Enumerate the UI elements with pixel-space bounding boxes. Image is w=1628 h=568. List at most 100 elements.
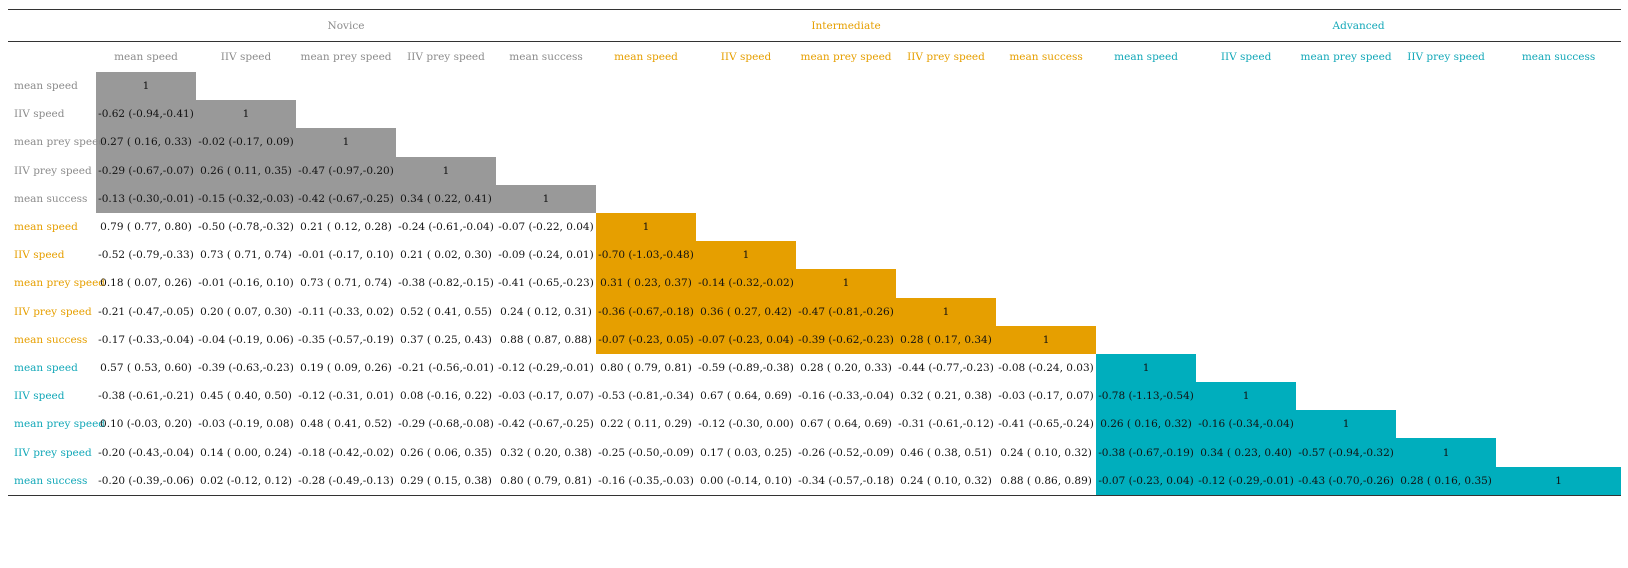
corner-cell: [8, 42, 96, 73]
empty-cell: [1096, 298, 1196, 326]
empty-cell: [1296, 354, 1396, 382]
empty-cell: [1196, 185, 1296, 213]
correlation-cell: 0.28 ( 0.20, 0.33): [800, 361, 892, 374]
empty-cell: [1396, 213, 1496, 241]
empty-cell: [796, 185, 896, 213]
correlation-table-container: Novice Intermediate Advanced mean speed I…: [8, 9, 1622, 496]
empty-cell: [396, 72, 496, 100]
row-label-advanced: mean prey speed: [14, 418, 106, 431]
correlation-cell: -0.21 (-0.47,-0.05): [98, 305, 194, 318]
table-row: IIV prey speed -0.20 (-0.43,-0.04) 0.14 ( …: [8, 438, 1621, 467]
empty-cell: [596, 72, 696, 100]
correlation-cell: -0.42 (-0.67,-0.25): [296, 184, 396, 213]
empty-cell: [296, 100, 396, 128]
correlation-cell: 0.26 ( 0.06, 0.35): [400, 446, 492, 459]
empty-cell: [1396, 128, 1496, 156]
correlation-cell: 0.19 ( 0.09, 0.26): [300, 361, 392, 374]
correlation-cell: 0.27 ( 0.16, 0.33): [96, 128, 196, 157]
correlation-cell: -0.03 (-0.17, 0.07): [498, 390, 594, 403]
empty-cell: [1496, 157, 1621, 185]
empty-cell: [1396, 354, 1496, 382]
column-header-novice: mean speed: [114, 51, 178, 63]
empty-cell: [1396, 185, 1496, 213]
correlation-cell: -0.02 (-0.17, 0.09): [196, 128, 296, 157]
correlation-cell: 0.22 ( 0.11, 0.29): [600, 418, 692, 431]
correlation-cell: 0.73 ( 0.71, 0.74): [200, 249, 292, 262]
empty-cell: [1196, 269, 1296, 297]
correlation-cell: -0.43 (-0.70,-0.26): [1296, 466, 1397, 496]
empty-cell: [1496, 72, 1621, 100]
column-header-novice: IIV speed: [220, 51, 272, 63]
correlation-cell: -0.01 (-0.17, 0.10): [298, 249, 394, 262]
correlation-cell: -0.25 (-0.50,-0.09): [598, 446, 694, 459]
empty-cell: [896, 128, 996, 156]
correlation-cell: 0.31 ( 0.23, 0.37): [596, 269, 696, 298]
row-label-advanced: mean speed: [14, 361, 78, 374]
column-header-intermediate: IIV speed: [720, 51, 772, 63]
correlation-cell: -0.29 (-0.67,-0.07): [96, 156, 196, 185]
correlation-cell: 1: [1096, 353, 1197, 383]
empty-cell: [796, 100, 896, 128]
row-label-advanced: mean success: [8, 466, 96, 496]
correlation-cell: 0.00 (-0.14, 0.10): [696, 466, 796, 496]
table-row: IIV prey speed -0.29 (-0.67,-0.07) 0.26 ( …: [8, 156, 1621, 185]
empty-cell: [196, 72, 296, 100]
table-row: IIV speed -0.52 (-0.79,-0.33) 0.73 ( 0.71,…: [8, 241, 1621, 270]
correlation-cell: 1: [996, 325, 1097, 354]
correlation-cell: -0.36 (-0.67,-0.18): [596, 297, 696, 326]
correlation-cell: -0.12 (-0.29,-0.01): [1196, 466, 1297, 496]
empty-cell: [996, 157, 1096, 185]
empty-cell: [1096, 241, 1196, 269]
empty-cell: [1296, 382, 1396, 410]
empty-cell: [296, 72, 396, 100]
empty-cell: [496, 72, 596, 100]
correlation-table: Novice Intermediate Advanced mean speed I…: [8, 9, 1622, 496]
correlation-cell: 0.32 ( 0.21, 0.38): [900, 390, 992, 403]
column-header-advanced: mean success: [1521, 51, 1596, 63]
empty-cell: [1096, 269, 1196, 297]
correlation-cell: -0.18 (-0.42,-0.02): [298, 446, 394, 459]
empty-cell: [396, 128, 496, 156]
correlation-cell: -0.47 (-0.81,-0.26): [796, 297, 896, 326]
correlation-cell: -0.16 (-0.33,-0.04): [798, 390, 894, 403]
column-header-intermediate: mean speed: [614, 51, 678, 63]
correlation-cell: -0.15 (-0.32,-0.03): [196, 184, 296, 213]
empty-cell: [696, 128, 796, 156]
correlation-cell: 0.80 ( 0.79, 0.81): [600, 361, 692, 374]
empty-cell: [1496, 241, 1621, 269]
empty-cell: [1496, 100, 1621, 128]
correlation-cell: 1: [1196, 382, 1297, 411]
correlation-cell: -0.07 (-0.23, 0.04): [1096, 466, 1197, 496]
correlation-cell: -0.47 (-0.97,-0.20): [296, 156, 396, 185]
correlation-cell: 0.18 ( 0.07, 0.26): [100, 277, 192, 290]
empty-cell: [1296, 100, 1396, 128]
correlation-cell: -0.35 (-0.57,-0.19): [298, 333, 394, 346]
correlation-cell: 0.52 ( 0.41, 0.55): [400, 305, 492, 318]
correlation-cell: 0.14 ( 0.00, 0.24): [200, 446, 292, 459]
row-label-advanced: IIV speed: [14, 390, 65, 403]
correlation-cell: -0.53 (-0.81,-0.34): [598, 390, 694, 403]
correlation-cell: -0.28 (-0.49,-0.13): [296, 466, 396, 496]
empty-cell: [1496, 213, 1621, 241]
empty-cell: [1196, 326, 1296, 354]
row-label-intermediate: mean speed: [14, 221, 78, 234]
empty-cell: [1396, 100, 1496, 128]
row-label-intermediate: IIV prey speed: [14, 305, 92, 318]
correlation-cell: 0.48 ( 0.41, 0.52): [300, 418, 392, 431]
empty-cell: [1496, 382, 1621, 410]
row-label-novice: mean success: [14, 192, 88, 205]
table-row: mean prey speed 0.27 ( 0.16, 0.33) -0.02 (…: [8, 128, 1621, 157]
empty-cell: [1296, 213, 1396, 241]
correlation-cell: -0.20 (-0.43,-0.04): [98, 446, 194, 459]
correlation-cell: -0.21 (-0.56,-0.01): [398, 361, 494, 374]
empty-cell: [1296, 326, 1396, 354]
table-row: mean prey speed 0.10 (-0.03, 0.20) -0.03 (…: [8, 410, 1621, 439]
empty-cell: [1196, 157, 1296, 185]
correlation-cell: 1: [1396, 438, 1497, 467]
table-row: mean success -0.17 (-0.33,-0.04) -0.04 (-0…: [8, 325, 1621, 354]
empty-cell: [496, 100, 596, 128]
empty-cell: [1296, 185, 1396, 213]
correlation-cell: 1: [1296, 410, 1397, 439]
empty-cell: [1496, 438, 1621, 466]
table-row: mean success -0.20 (-0.39,-0.06) 0.02 (-0.…: [8, 466, 1622, 496]
